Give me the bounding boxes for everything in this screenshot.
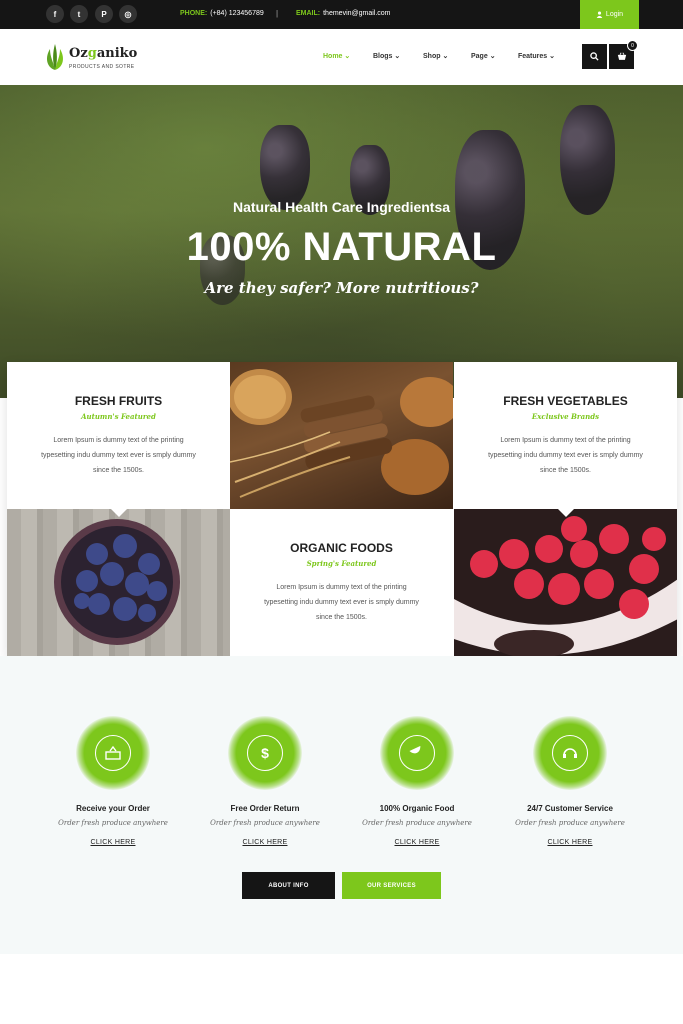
feature-title: FRESH VEGETABLES [503,394,628,408]
nav-shop[interactable]: Shop ⌄ [423,52,448,60]
dollar-cycle-icon: $ [247,735,283,771]
service-title: 24/7 Customer Service [527,804,613,813]
hero-title: 100% NATURAL [186,225,497,269]
pinterest-icon[interactable]: P [95,5,113,23]
nav-blogs-label: Blogs [373,53,393,60]
plums-bowl-illustration [54,519,180,645]
service-customer-service: 24/7 Customer Service Order fresh produc… [494,716,646,849]
box-icon [95,735,131,771]
feature-fresh-vegetables[interactable]: FRESH VEGETABLES Exclusive Brands Lorem … [454,362,677,509]
bread-image [230,362,453,509]
service-badge [380,716,454,790]
email-address[interactable]: themevin@gmail.com [323,10,390,17]
logo-name-accent: g [87,46,97,61]
service-receive-order: Receive your Order Order fresh produce a… [37,716,189,849]
feature-organic-foods[interactable]: ORGANIC FOODS Spring's Featured Lorem Ip… [230,509,453,656]
service-subtitle: Order fresh produce anywhere [58,819,168,827]
nav-home[interactable]: Home ⌄ [323,52,350,60]
service-click-here-link[interactable]: CLICK HERE [394,839,439,846]
melon-slice-icon [399,735,435,771]
raspberries-illustration [454,516,677,656]
chevron-down-icon: ⌄ [549,53,556,60]
nav-home-label: Home [323,53,343,60]
facebook-icon[interactable]: f [46,5,64,23]
login-button[interactable]: Login [580,0,639,29]
basket-icon [617,52,626,60]
service-free-return: $ Free Order Return Order fresh produce … [189,716,341,849]
hero-banner: Natural Health Care Ingredientsa 100% NA… [0,85,683,398]
feature-description: Lorem Ipsum is dummy text of the printin… [41,437,196,474]
logo-name-prefix: Oz [69,46,88,61]
service-badge: $ [228,716,302,790]
pointer-arrow [111,509,127,517]
chevron-down-icon: ⌄ [344,53,351,60]
topbar-separator: | [276,9,279,18]
raspberries-image [454,509,677,656]
cart-count-badge: 0 [627,40,638,51]
service-click-here-link[interactable]: CLICK HERE [242,839,287,846]
hero-subtitle: Natural Health Care Ingredientsa [232,199,451,215]
service-title: Free Order Return [230,804,300,813]
leaf-logo-icon[interactable] [44,43,66,71]
service-badge [533,716,607,790]
feature-title: FRESH FRUITS [74,394,163,408]
dribbble-icon[interactable]: ◎ [119,5,137,23]
logo-name-suffix: aniko [96,46,138,61]
phone-number: (+84) 123456789 [210,10,264,17]
email-contact: EMAIL: themevin@gmail.com [296,10,391,17]
user-icon [596,11,603,18]
twitter-icon[interactable]: t [70,5,88,23]
service-organic-food: 100% Organic Food Order fresh produce an… [341,716,493,849]
headset-icon [552,735,588,771]
service-subtitle: Order fresh produce anywhere [515,819,625,827]
chevron-down-icon: ⌄ [489,53,496,60]
email-label: EMAIL: [296,10,321,17]
service-badge [76,716,150,790]
phone-label: PHONE: [180,10,208,17]
chevron-down-icon: ⌄ [394,53,401,60]
logo-name[interactable]: Ozganiko [69,46,137,61]
grape-cluster [260,125,310,210]
service-title: 100% Organic Food [379,804,455,813]
feature-description: Lorem Ipsum is dummy text of the printin… [488,437,643,474]
service-click-here-link[interactable]: CLICK HERE [90,839,135,846]
nav-features[interactable]: Features ⌄ [518,52,555,60]
logo-tagline: PRODUCTS AND SOTRE [69,64,135,70]
nav-page[interactable]: Page ⌄ [471,52,496,60]
service-subtitle: Order fresh produce anywhere [210,819,320,827]
feature-grid: FRESH FRUITS Autumn's Featured Lorem Ips… [7,362,677,656]
hero-tagline: Are they safer? More nutritious? [204,279,479,297]
chevron-down-icon: ⌄ [442,53,449,60]
feature-subtitle: Autumn's Featured [81,412,156,421]
top-bar: f t P ◎ PHONE: (+84) 123456789 | EMAIL: th… [0,0,683,29]
search-button[interactable] [582,44,607,69]
feature-subtitle: Spring's Featured [306,559,377,568]
our-services-button[interactable]: OUR SERVICES [342,872,441,899]
about-info-button[interactable]: ABOUT INFO [242,872,335,899]
service-subtitle: Order fresh produce anywhere [362,819,472,827]
plums-image [7,509,230,656]
pointer-arrow [558,509,574,517]
services-section: Receive your Order Order fresh produce a… [0,656,683,954]
feature-description: Lorem Ipsum is dummy text of the printin… [264,584,419,621]
nav-shop-label: Shop [423,53,441,60]
service-click-here-link[interactable]: CLICK HERE [547,839,592,846]
service-title: Receive your Order [76,804,150,813]
nav-page-label: Page [471,53,488,60]
search-icon [590,52,599,61]
feature-subtitle: Exclusive Brands [531,412,600,421]
feature-fresh-fruits[interactable]: FRESH FRUITS Autumn's Featured Lorem Ips… [7,362,230,509]
main-header: Ozganiko PRODUCTS AND SOTRE Home ⌄ Blogs… [0,29,683,85]
nav-features-label: Features [518,53,548,60]
bread-illustration [230,369,453,498]
feature-title: ORGANIC FOODS [290,541,393,555]
login-label: Login [605,11,624,18]
phone-contact: PHONE: (+84) 123456789 [180,10,264,17]
nav-blogs[interactable]: Blogs ⌄ [373,52,400,60]
